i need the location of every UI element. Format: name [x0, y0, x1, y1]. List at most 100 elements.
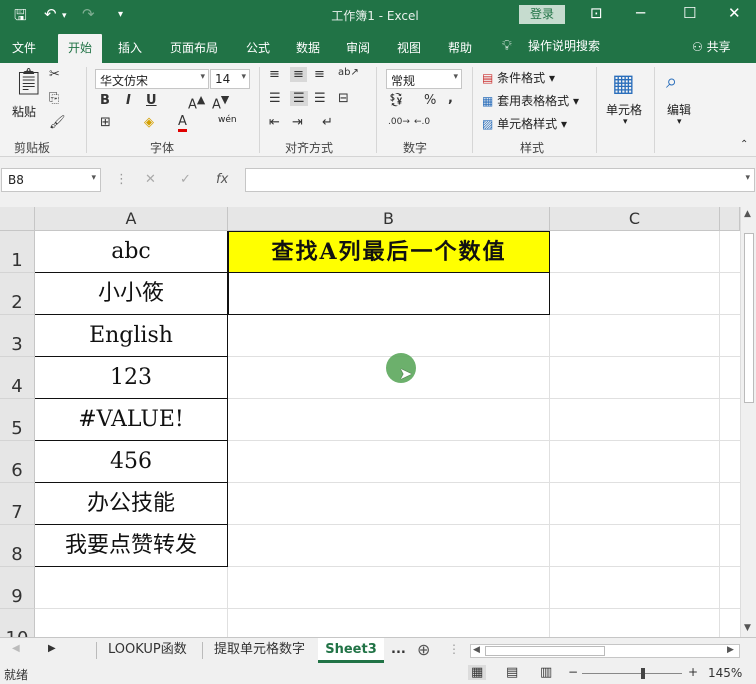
sheet-more-button[interactable]: ...: [391, 638, 406, 663]
redo-icon[interactable]: ↷: [82, 5, 95, 23]
undo-dropdown-icon[interactable]: ▾: [62, 11, 67, 21]
cell-a7[interactable]: 办公技能: [35, 483, 228, 525]
cut-icon[interactable]: ✂: [49, 67, 60, 82]
align-right-icon[interactable]: ☰: [314, 91, 326, 106]
row-header-5[interactable]: 5: [0, 399, 35, 441]
cells-icon[interactable]: ▦: [612, 69, 635, 97]
percent-icon[interactable]: %: [424, 93, 436, 108]
font-name-combo[interactable]: 华文仿宋 ▾: [95, 69, 209, 89]
row-header-7[interactable]: 7: [0, 483, 35, 525]
login-button[interactable]: 登录: [519, 5, 565, 24]
orientation-icon[interactable]: ab↗: [338, 67, 359, 78]
number-format-combo[interactable]: 常规 ▾: [386, 69, 462, 89]
decrease-decimal-icon[interactable]: ←.0: [414, 117, 430, 127]
fill-color-icon[interactable]: ◈: [144, 115, 154, 130]
phonetic-icon[interactable]: wén: [218, 115, 237, 125]
edit-button[interactable]: 编辑: [667, 101, 691, 118]
align-center-icon[interactable]: ☰: [290, 91, 308, 106]
page-break-view-icon[interactable]: ▥: [540, 665, 552, 680]
formula-input[interactable]: ▾: [245, 168, 755, 192]
zoom-in-icon[interactable]: +: [688, 665, 698, 679]
increase-decimal-icon[interactable]: .00→: [388, 117, 410, 127]
cell-b2[interactable]: [228, 273, 550, 315]
font-color-icon[interactable]: A: [178, 115, 187, 132]
format-painter-icon[interactable]: 🖌︎: [49, 115, 66, 130]
column-header-a[interactable]: A: [35, 207, 228, 231]
tab-review[interactable]: 审阅: [346, 39, 370, 56]
sheet-tab-sheet3[interactable]: Sheet3: [318, 638, 384, 663]
row-header-6[interactable]: 6: [0, 441, 35, 483]
row-header-10[interactable]: 10: [0, 609, 35, 637]
paste-button[interactable]: 粘贴: [12, 103, 36, 120]
edit-dropdown-icon[interactable]: ▾: [677, 117, 682, 127]
sheet-tab-extract[interactable]: 提取单元格数字: [214, 638, 305, 663]
row-header-9[interactable]: 9: [0, 567, 35, 609]
save-icon[interactable]: 🖫: [14, 5, 27, 30]
zoom-slider[interactable]: [582, 673, 682, 674]
row-header-3[interactable]: 3: [0, 315, 35, 357]
scroll-up-icon[interactable]: ▲: [744, 209, 751, 219]
page-layout-view-icon[interactable]: ▤: [506, 665, 518, 680]
select-all-corner[interactable]: [0, 207, 35, 231]
cell-a1[interactable]: abc: [35, 231, 228, 273]
align-left-icon[interactable]: ☰: [269, 91, 281, 106]
normal-view-icon[interactable]: ▦: [468, 665, 487, 680]
increase-indent-icon[interactable]: ⇥: [292, 115, 303, 130]
edit-search-icon[interactable]: ⌕: [666, 69, 677, 93]
close-icon[interactable]: ✕: [728, 4, 741, 22]
add-sheet-icon[interactable]: ⊕: [417, 640, 430, 659]
conditional-format-button[interactable]: ▤ 条件格式 ▾: [482, 69, 555, 86]
cell-a8[interactable]: 我要点赞转发: [35, 525, 228, 567]
cell-a5[interactable]: #VALUE!: [35, 399, 228, 441]
row-header-1[interactable]: 1: [0, 231, 35, 273]
column-header-c[interactable]: C: [550, 207, 720, 231]
tab-insert[interactable]: 插入: [118, 39, 142, 56]
maximize-icon[interactable]: ☐: [683, 4, 696, 22]
spreadsheet-grid[interactable]: A B C 1 2 3 4 5 6 7 8 9 10 abc 小小筱 Engli…: [0, 207, 740, 637]
sheet-prev-icon[interactable]: ◀: [12, 643, 20, 654]
vertical-scrollbar[interactable]: ▲ ▼: [740, 207, 756, 637]
cells-dropdown-icon[interactable]: ▾: [623, 117, 628, 127]
decrease-indent-icon[interactable]: ⇤: [269, 115, 280, 130]
undo-icon[interactable]: ↶: [44, 5, 57, 23]
row-header-8[interactable]: 8: [0, 525, 35, 567]
comma-icon[interactable]: ,: [448, 91, 453, 106]
enter-icon[interactable]: ✓: [180, 172, 191, 187]
cell-a4[interactable]: 123: [35, 357, 228, 399]
cell-a3[interactable]: English: [35, 315, 228, 357]
column-header-b[interactable]: B: [228, 207, 550, 231]
scroll-down-icon[interactable]: ▼: [744, 623, 751, 633]
tab-help[interactable]: 帮助: [448, 39, 472, 56]
insert-function-icon[interactable]: fx: [216, 172, 228, 187]
tab-view[interactable]: 视图: [397, 39, 421, 56]
share-button[interactable]: ⚇ 共享: [692, 38, 731, 55]
zoom-out-icon[interactable]: −: [568, 665, 578, 679]
cell-a6[interactable]: 456: [35, 441, 228, 483]
ribbon-display-icon[interactable]: ⊡: [590, 4, 603, 22]
vertical-scroll-thumb[interactable]: [744, 233, 754, 403]
horizontal-scroll-thumb[interactable]: [485, 646, 605, 656]
collapse-ribbon-icon[interactable]: ⌃: [740, 139, 748, 150]
cell-b1[interactable]: 查找A列最后一个数值: [228, 231, 550, 273]
minimize-icon[interactable]: ─: [636, 4, 645, 22]
bold-icon[interactable]: B: [100, 93, 110, 108]
tab-splitter-icon[interactable]: ⋮: [448, 642, 460, 656]
cells-button[interactable]: 单元格: [606, 101, 642, 118]
underline-icon[interactable]: U: [146, 93, 157, 108]
sheet-tab-lookup[interactable]: LOOKUP函数: [108, 638, 187, 663]
merge-center-icon[interactable]: ⊟: [338, 91, 349, 106]
border-icon[interactable]: ⊞: [100, 115, 111, 130]
horizontal-scrollbar[interactable]: ◀ ▶: [470, 644, 740, 658]
sheet-next-icon[interactable]: ▶: [48, 643, 56, 654]
increase-font-icon[interactable]: A▲: [188, 93, 205, 112]
name-box[interactable]: B8 ▾: [1, 168, 101, 192]
customize-qat-icon[interactable]: ▾: [118, 9, 123, 20]
tab-data[interactable]: 数据: [296, 39, 320, 56]
scroll-left-icon[interactable]: ◀: [473, 645, 480, 655]
italic-icon[interactable]: I: [126, 93, 131, 108]
font-size-combo[interactable]: 14 ▾: [210, 69, 250, 89]
decrease-font-icon[interactable]: A▼: [212, 93, 229, 112]
middle-align-icon[interactable]: ≡: [290, 67, 307, 82]
name-box-dropdown-icon[interactable]: ▾: [91, 173, 96, 183]
row-header-2[interactable]: 2: [0, 273, 35, 315]
